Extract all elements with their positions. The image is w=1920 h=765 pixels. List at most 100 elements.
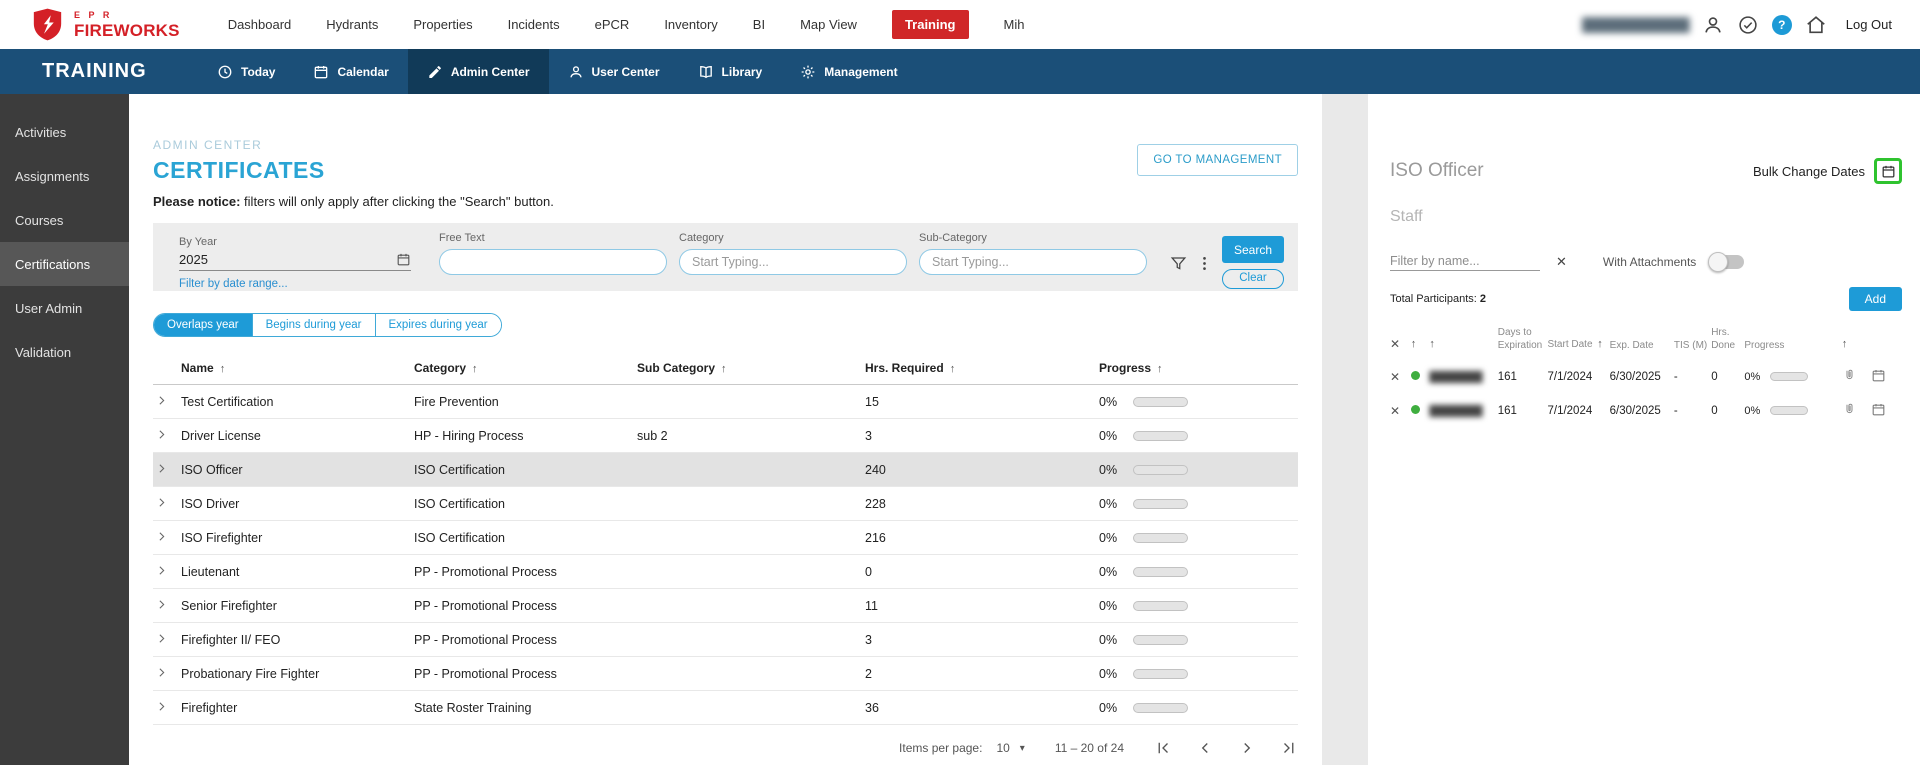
search-button[interactable]: Search <box>1222 236 1284 263</box>
bulk-change-dates-button[interactable] <box>1874 158 1902 184</box>
table-row[interactable]: Senior FirefighterPP - Promotional Proce… <box>153 589 1298 623</box>
staff-row[interactable]: ✕████████1617/1/20246/30/2025-00% <box>1390 360 1902 394</box>
nav-user-center[interactable]: User Center <box>549 49 679 94</box>
go-to-management-button[interactable]: GO TO MANAGEMENT <box>1137 144 1298 176</box>
prev-page-icon[interactable] <box>1196 739 1214 757</box>
col-progress[interactable]: Progress <box>1744 327 1841 360</box>
col-progress[interactable]: Progress <box>1099 361 1151 375</box>
table-row[interactable]: Driver LicenseHP - Hiring Processsub 230… <box>153 419 1298 453</box>
remove-all-icon[interactable]: ✕ <box>1390 337 1400 351</box>
row-expand-chevron-icon[interactable] <box>153 530 168 543</box>
table-row[interactable]: ISO FirefighterISO Certification2160% <box>153 521 1298 555</box>
row-calendar-icon[interactable] <box>1871 402 1886 417</box>
col-name[interactable]: Name <box>181 361 214 375</box>
table-row[interactable]: Probationary Fire FighterPP - Promotiona… <box>153 657 1298 691</box>
sidebar-item-certifications[interactable]: Certifications <box>0 242 129 286</box>
calendar-icon[interactable] <box>396 252 411 267</box>
nav-calendar[interactable]: Calendar <box>294 49 407 94</box>
top-nav-item-dashboard[interactable]: Dashboard <box>228 17 292 32</box>
row-expand-chevron-icon[interactable] <box>153 598 168 611</box>
category-input[interactable] <box>679 249 907 275</box>
nav-management[interactable]: Management <box>781 49 916 94</box>
row-expand-chevron-icon[interactable] <box>153 496 168 509</box>
logout-link[interactable]: Log Out <box>1846 17 1892 32</box>
sort-asc-icon[interactable]: ↑ <box>1157 363 1163 375</box>
staff-row[interactable]: ✕████████1617/1/20246/30/2025-00% <box>1390 394 1902 428</box>
check-circle-icon[interactable] <box>1737 14 1759 36</box>
home-icon[interactable] <box>1805 14 1827 36</box>
last-page-icon[interactable] <box>1280 739 1298 757</box>
remove-participant-icon[interactable]: ✕ <box>1390 370 1400 384</box>
top-nav-item-bi[interactable]: BI <box>753 17 765 32</box>
with-attachments-toggle[interactable] <box>1710 255 1744 269</box>
top-nav-item-properties[interactable]: Properties <box>413 17 472 32</box>
tab-begins-during-year[interactable]: Begins during year <box>253 314 376 336</box>
filter-by-date-range-link[interactable]: Filter by date range... <box>179 278 288 290</box>
sidebar-item-activities[interactable]: Activities <box>0 110 129 154</box>
row-expand-chevron-icon[interactable] <box>153 428 168 441</box>
nav-admin-center[interactable]: Admin Center <box>408 49 549 94</box>
row-expand-chevron-icon[interactable] <box>153 666 168 679</box>
tab-expires-during-year[interactable]: Expires during year <box>376 314 501 336</box>
sort-asc-icon[interactable]: ↑ <box>1842 338 1848 350</box>
table-row[interactable]: Firefighter II/ FEOPP - Promotional Proc… <box>153 623 1298 657</box>
kebab-menu-icon[interactable] <box>1195 254 1214 291</box>
free-text-input[interactable] <box>439 249 667 275</box>
row-expand-chevron-icon[interactable] <box>153 700 168 713</box>
table-row[interactable]: Test CertificationFire Prevention150% <box>153 385 1298 419</box>
sort-asc-icon[interactable]: ↑ <box>472 363 478 375</box>
col-category[interactable]: Category <box>414 361 466 375</box>
row-expand-chevron-icon[interactable] <box>153 632 168 645</box>
sort-asc-icon[interactable]: ↑ <box>950 363 956 375</box>
sidebar-item-user-admin[interactable]: User Admin <box>0 286 129 330</box>
top-nav-item-epcr[interactable]: ePCR <box>595 17 630 32</box>
sidebar-item-validation[interactable]: Validation <box>0 330 129 374</box>
clear-filter-icon[interactable]: ✕ <box>1556 254 1567 270</box>
top-nav-item-training[interactable]: Training <box>892 10 969 39</box>
col-days-to-expiration[interactable]: Days to Expiration <box>1498 327 1548 360</box>
top-nav-item-inventory[interactable]: Inventory <box>664 17 717 32</box>
attachment-icon[interactable] <box>1842 368 1857 383</box>
sort-asc-icon[interactable]: ↑ <box>1597 338 1603 350</box>
sort-asc-icon[interactable]: ↑ <box>1429 338 1435 350</box>
clear-button[interactable]: Clear <box>1222 269 1284 289</box>
top-nav-item-map-view[interactable]: Map View <box>800 17 857 32</box>
nav-library[interactable]: Library <box>679 49 782 94</box>
col-tis[interactable]: TIS (M) <box>1674 327 1711 360</box>
remove-participant-icon[interactable]: ✕ <box>1390 404 1400 418</box>
filter-icon[interactable] <box>1169 254 1188 291</box>
sub-category-input[interactable] <box>919 249 1147 275</box>
row-expand-chevron-icon[interactable] <box>153 394 168 407</box>
table-row[interactable]: LieutenantPP - Promotional Process00% <box>153 555 1298 589</box>
row-expand-chevron-icon[interactable] <box>153 564 168 577</box>
tab-overlaps-year[interactable]: Overlaps year <box>154 314 253 336</box>
filter-by-name-input[interactable] <box>1390 252 1540 271</box>
sort-asc-icon[interactable]: ↑ <box>721 363 727 375</box>
table-row[interactable]: ISO DriverISO Certification2280% <box>153 487 1298 521</box>
row-expand-chevron-icon[interactable] <box>153 462 168 475</box>
row-calendar-icon[interactable] <box>1871 368 1886 383</box>
col-start-date[interactable]: Start Date <box>1547 339 1592 350</box>
nav-today[interactable]: Today <box>198 49 294 94</box>
avatar-icon[interactable] <box>1702 14 1724 36</box>
sidebar-item-assignments[interactable]: Assignments <box>0 154 129 198</box>
table-row[interactable]: ISO OfficerISO Certification2400% <box>153 453 1298 487</box>
first-page-icon[interactable] <box>1154 739 1172 757</box>
col-exp-date[interactable]: Exp. Date <box>1610 327 1674 360</box>
items-per-page-select[interactable]: 10 ▾ <box>996 741 1024 755</box>
top-nav-item-mih[interactable]: Mih <box>1004 17 1025 32</box>
col-hrs-required[interactable]: Hrs. Required <box>865 361 944 375</box>
add-button[interactable]: Add <box>1849 287 1902 311</box>
col-hrs-done[interactable]: Hrs. Done <box>1711 327 1744 360</box>
sort-asc-icon[interactable]: ↑ <box>1411 338 1417 350</box>
sidebar-item-courses[interactable]: Courses <box>0 198 129 242</box>
top-nav-item-hydrants[interactable]: Hydrants <box>326 17 378 32</box>
next-page-icon[interactable] <box>1238 739 1256 757</box>
table-row[interactable]: FirefighterState Roster Training360% <box>153 691 1298 725</box>
help-icon[interactable]: ? <box>1772 15 1792 35</box>
top-nav-item-incidents[interactable]: Incidents <box>508 17 560 32</box>
col-sub-category[interactable]: Sub Category <box>637 361 715 375</box>
sort-asc-icon[interactable]: ↑ <box>220 363 226 375</box>
by-year-field[interactable]: 2025 <box>179 252 411 271</box>
attachment-icon[interactable] <box>1842 402 1857 417</box>
